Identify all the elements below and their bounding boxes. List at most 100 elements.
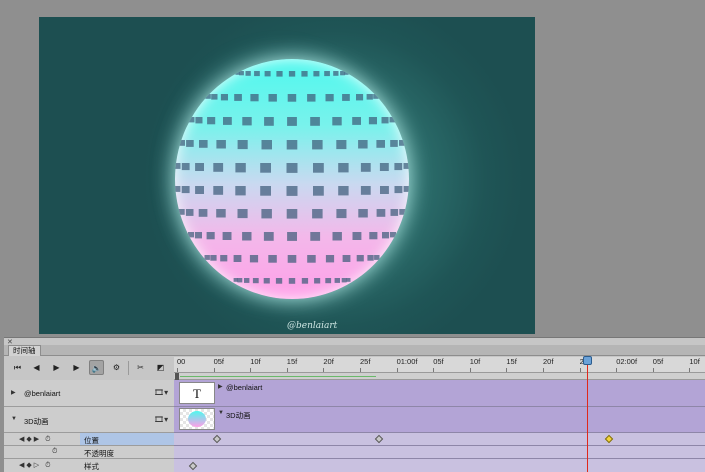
sphere-window: [360, 186, 371, 195]
sphere-window: [252, 278, 259, 284]
sphere-window: [222, 232, 232, 240]
sphere-window: [223, 117, 232, 125]
ruler-tick-mark: [506, 368, 508, 372]
sphere-window: [403, 163, 409, 169]
sphere-window: [261, 209, 272, 219]
work-area-bar[interactable]: [174, 373, 705, 380]
sphere-window: [181, 163, 190, 171]
sphere-window: [310, 232, 321, 241]
ruler-tick-mark: [579, 368, 581, 372]
transition-button[interactable]: ◩: [153, 360, 168, 375]
bar-expand-icon[interactable]: ▶: [218, 383, 223, 390]
film-strip-menu-icon[interactable]: 🎞▾: [154, 388, 168, 397]
go-to-first-frame-button[interactable]: ⏮: [10, 360, 25, 375]
sphere-window: [312, 140, 323, 150]
sphere-window: [286, 163, 298, 173]
sphere-window: [235, 186, 246, 196]
sphere-window: [382, 232, 390, 239]
sphere-window: [288, 278, 296, 284]
film-strip-menu-icon[interactable]: 🎞▾: [154, 415, 168, 424]
ruler-tick-label: 20f: [543, 357, 554, 366]
sphere-window: [336, 209, 347, 219]
work-area-start-handle[interactable]: [175, 373, 179, 380]
sphere-window: [261, 140, 272, 150]
layer-row-benlaiart[interactable]: ▶ @benlaiart 🎞▾: [4, 380, 174, 407]
stopwatch-icon[interactable]: ⏱: [52, 448, 59, 456]
panel-tab-bar: 时间轴: [4, 345, 705, 356]
sphere-window: [356, 255, 364, 262]
sphere-window: [178, 209, 185, 215]
sphere-window: [342, 255, 351, 262]
layer-row-3d-animation[interactable]: ▼ 3D动画 🎞▾: [4, 407, 174, 433]
sphere-window: [237, 140, 248, 150]
sphere-window: [268, 94, 277, 102]
work-area-range: [180, 376, 376, 377]
settings-button[interactable]: ⚙: [109, 360, 124, 375]
sphere-window: [307, 255, 316, 263]
sphere-window: [237, 278, 243, 283]
collapse-triangle-icon[interactable]: ▼: [11, 416, 17, 422]
keyframe[interactable]: [188, 461, 198, 471]
tab-timeline[interactable]: 时间轴: [8, 345, 41, 356]
sphere-window: [368, 117, 377, 125]
sphere-window: [342, 94, 350, 101]
sphere-window: [213, 186, 224, 195]
disco-sphere-artwork: [175, 59, 409, 299]
keyframe-navigator-icon[interactable]: ◀◆▷ ⏱: [19, 461, 53, 470]
timeline-panel: ✕ 时间轴 ⏮ ◀︎ ▶ ▶︎ 🔈 ⚙ ✂ ◩ 00 05f 10f 15f 20f 25…: [4, 337, 705, 472]
next-frame-button[interactable]: ▶︎: [69, 360, 84, 375]
previous-frame-button[interactable]: ◀︎: [29, 360, 44, 375]
sphere-window: [313, 71, 320, 77]
ruler-tick-label: 05f: [433, 357, 444, 366]
property-track-position[interactable]: [174, 433, 705, 446]
property-track-opacity[interactable]: [174, 446, 705, 459]
property-row-opacity[interactable]: ⏱ 不透明度: [4, 446, 174, 459]
layer-thumbnail: [179, 408, 215, 430]
sphere-window: [373, 94, 379, 99]
ruler-tick-mark: [213, 368, 215, 372]
sphere-window: [188, 232, 194, 238]
split-scissors-button[interactable]: ✂: [133, 360, 148, 375]
playhead-line: [587, 362, 588, 472]
ruler-tick-mark: [652, 368, 654, 372]
layer-bar-label: @benlaiart: [226, 383, 263, 392]
sphere-window: [332, 232, 342, 241]
sphere-window: [205, 94, 211, 99]
ruler-tick-label: 10f: [469, 357, 481, 366]
property-row-position[interactable]: ◀◆▶ ⏱ 位置: [4, 433, 174, 446]
keyframe[interactable]: [212, 434, 222, 444]
ruler-tick-mark: [469, 368, 471, 372]
sphere-window: [399, 140, 406, 146]
time-ruler[interactable]: 0005f10f15f20f25f01:00f05f10f15f20f25f02…: [174, 357, 705, 373]
expand-triangle-icon[interactable]: ▶: [11, 389, 16, 396]
bar-collapse-icon[interactable]: ▼: [218, 410, 224, 416]
sphere-window: [263, 278, 270, 284]
property-row-style[interactable]: ◀◆▷ ⏱ 样式: [4, 459, 174, 472]
sphere-window: [186, 140, 194, 147]
sphere-window: [195, 186, 204, 194]
audio-button[interactable]: 🔈: [89, 360, 104, 375]
ruler-tick-label: 01:00f: [396, 357, 418, 366]
sphere-window: [198, 209, 208, 217]
property-track-style[interactable]: [174, 459, 705, 472]
play-button[interactable]: ▶: [49, 360, 64, 375]
layer-bar-benlaiart[interactable]: T ▶ @benlaiart: [174, 380, 705, 407]
playhead-handle[interactable]: [583, 356, 592, 365]
sphere-window: [175, 163, 181, 169]
keyframe-navigator-icon[interactable]: ◀◆▶ ⏱: [19, 435, 53, 444]
sphere-window: [288, 71, 296, 77]
sphere-window: [390, 232, 396, 238]
sphere-window: [301, 71, 308, 77]
ruler-tick-label: 05f: [652, 357, 664, 366]
document-canvas[interactable]: @benlaiart: [39, 17, 535, 334]
sphere-window: [235, 71, 240, 75]
layer-bar-3d-animation[interactable]: ▼ 3D动画: [174, 407, 705, 433]
ruler-tick-label: 02:00f: [616, 357, 638, 366]
ruler-tick-label: 10f: [250, 357, 261, 366]
sphere-window: [369, 232, 378, 240]
ruler-tick-label: 10f: [689, 357, 700, 366]
keyframe-selected[interactable]: [604, 434, 614, 444]
sphere-window: [178, 140, 185, 146]
keyframe[interactable]: [374, 434, 384, 444]
sphere-window: [358, 209, 368, 218]
